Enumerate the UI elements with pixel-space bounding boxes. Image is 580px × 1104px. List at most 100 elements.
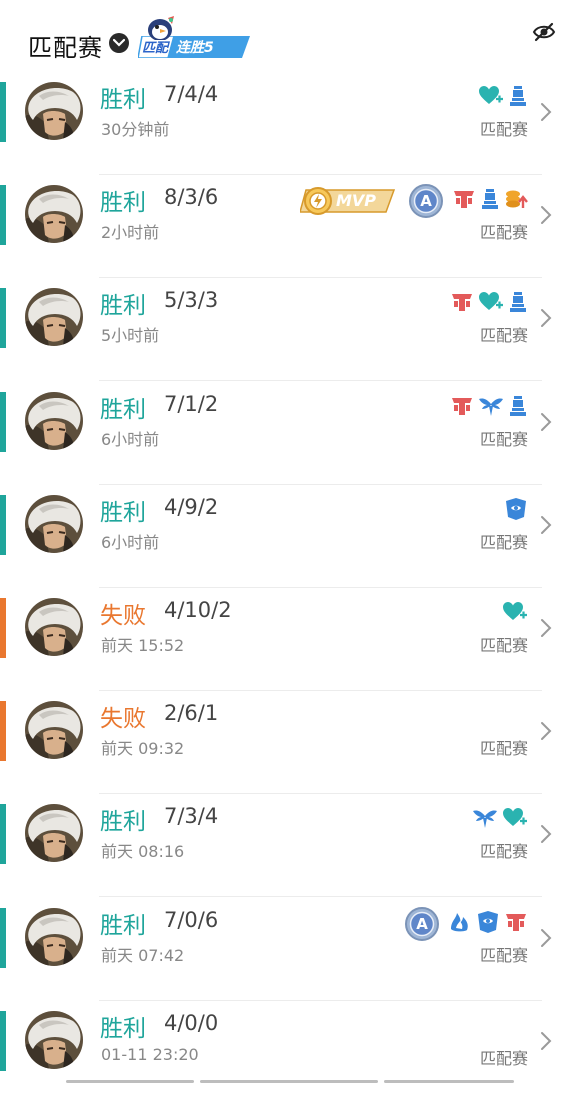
heart-plus-icon [502,601,528,627]
penguin-mascot-icon [148,16,174,40]
achievement-badges [450,290,528,318]
match-row[interactable]: 胜利 7/0/6 前天 07:42 A 匹配赛 [0,898,580,1001]
match-time: 前天 15:52 [101,636,185,655]
chess-piece-icon [480,188,500,214]
hero-avatar [25,804,83,863]
chevron-right-icon[interactable] [540,102,552,122]
result-indicator-bar [0,391,6,452]
match-result: 胜利 [100,293,146,320]
header: 匹配赛 匹配 连胜5 [0,0,580,70]
scroll-indicator [384,1080,514,1083]
match-time: 5小时前 [101,326,160,346]
match-mode: 匹配赛 [479,326,528,346]
rank-a-badge: A [404,906,440,942]
kda-score: 5/3/3 [164,288,219,313]
match-result: 胜利 [100,396,146,423]
hero-avatar [25,701,83,760]
achievement-badges [478,84,528,112]
hero-avatar [25,494,83,553]
match-time: 前天 07:42 [101,945,185,965]
chess-piece-icon [508,85,528,111]
result-indicator-bar [0,701,6,762]
match-mode: 匹配赛 [479,120,528,139]
match-mode: 匹配赛 [479,739,528,759]
match-row[interactable]: 失败 2/6/1 前天 09:32 匹配赛 [0,691,580,795]
flame-icon [448,911,472,937]
result-indicator-bar [0,494,6,555]
kda-score: 4/10/2 [164,598,232,622]
kda-score: 4/9/2 [164,494,219,519]
scroll-indicator [200,1080,378,1083]
heart-plus-icon [478,291,504,317]
kda-score: 7/3/4 [164,804,219,829]
result-indicator-bar [0,288,6,349]
kda-score: 7/4/4 [164,82,219,106]
match-row[interactable]: 胜利 8/3/6 2小时前 MVP A 匹配赛 [0,175,580,279]
match-row[interactable]: 胜利 7/4/4 30分钟前 匹配赛 [0,72,580,175]
result-indicator-bar [0,804,6,865]
heart-plus-icon [478,85,504,111]
match-result: 失败 [100,706,146,733]
match-row[interactable]: 胜利 5/3/3 5小时前 匹配赛 [0,278,580,382]
hero-avatar [25,907,83,966]
match-result: 失败 [100,603,146,629]
tower-icon [450,395,474,421]
match-row[interactable]: 胜利 4/9/2 6小时前 匹配赛 [0,485,580,588]
match-result: 胜利 [100,87,146,113]
streak-count-label: 连胜5 [176,40,214,56]
shield-icon [504,497,528,525]
match-result: 胜利 [100,190,146,217]
chevron-right-icon[interactable] [540,824,552,844]
match-mode: 匹配赛 [479,223,528,243]
chevron-down-icon[interactable] [109,33,129,53]
match-mode: 匹配赛 [479,429,528,449]
coin-up-icon [504,188,528,214]
rank-a-badge: A [408,183,444,219]
chevron-right-icon[interactable] [540,412,552,432]
match-row[interactable]: 胜利 4/0/0 01-11 23:20 匹配赛 [0,1001,580,1104]
achievement-badges: A [404,906,528,941]
tower-icon [450,291,474,317]
tower-icon [504,911,528,937]
hero-avatar [25,185,83,244]
chevron-right-icon[interactable] [540,515,552,535]
match-result: 胜利 [100,1015,146,1042]
match-time: 前天 09:32 [101,739,185,759]
match-mode: 匹配赛 [479,1048,528,1068]
chevron-right-icon[interactable] [540,618,552,638]
scroll-indicator [66,1080,194,1083]
kda-score: 7/1/2 [164,391,219,416]
match-row[interactable]: 胜利 7/3/4 前天 08:16 匹配赛 [0,794,580,898]
rank-label: A [420,192,432,211]
chevron-right-icon[interactable] [540,308,552,328]
wings-icon [478,395,504,421]
chevron-right-icon[interactable] [540,721,552,741]
chevron-right-icon[interactable] [540,1031,552,1051]
achievement-badges [450,394,528,422]
tower-icon [452,188,476,214]
result-indicator-bar [0,82,6,142]
chevron-right-icon[interactable] [540,928,552,948]
match-mode: 匹配赛 [479,636,528,655]
hero-avatar [25,391,83,450]
achievement-badges [504,497,528,525]
shield-icon [476,910,500,938]
mvp-label: MVP [336,191,377,211]
hero-avatar [25,1010,83,1069]
mode-title[interactable]: 匹配赛 [28,28,103,63]
hero-avatar [25,598,83,656]
match-time: 30分钟前 [101,120,170,139]
wings-icon [472,807,498,833]
mvp-badge: MVP [299,186,396,216]
result-indicator-bar [0,1010,6,1071]
eye-hidden-icon[interactable] [532,22,556,42]
match-time: 前天 08:16 [101,842,185,862]
match-row[interactable]: 胜利 7/1/2 6小时前 匹配赛 [0,382,580,485]
chevron-right-icon[interactable] [540,205,552,225]
chess-piece-icon [508,291,528,317]
match-result: 胜利 [100,912,146,939]
match-time: 2小时前 [101,223,160,243]
achievement-badges: MVP A [299,184,528,219]
match-row[interactable]: 失败 4/10/2 前天 15:52 匹配赛 [0,588,580,691]
heart-plus-icon [502,807,528,833]
